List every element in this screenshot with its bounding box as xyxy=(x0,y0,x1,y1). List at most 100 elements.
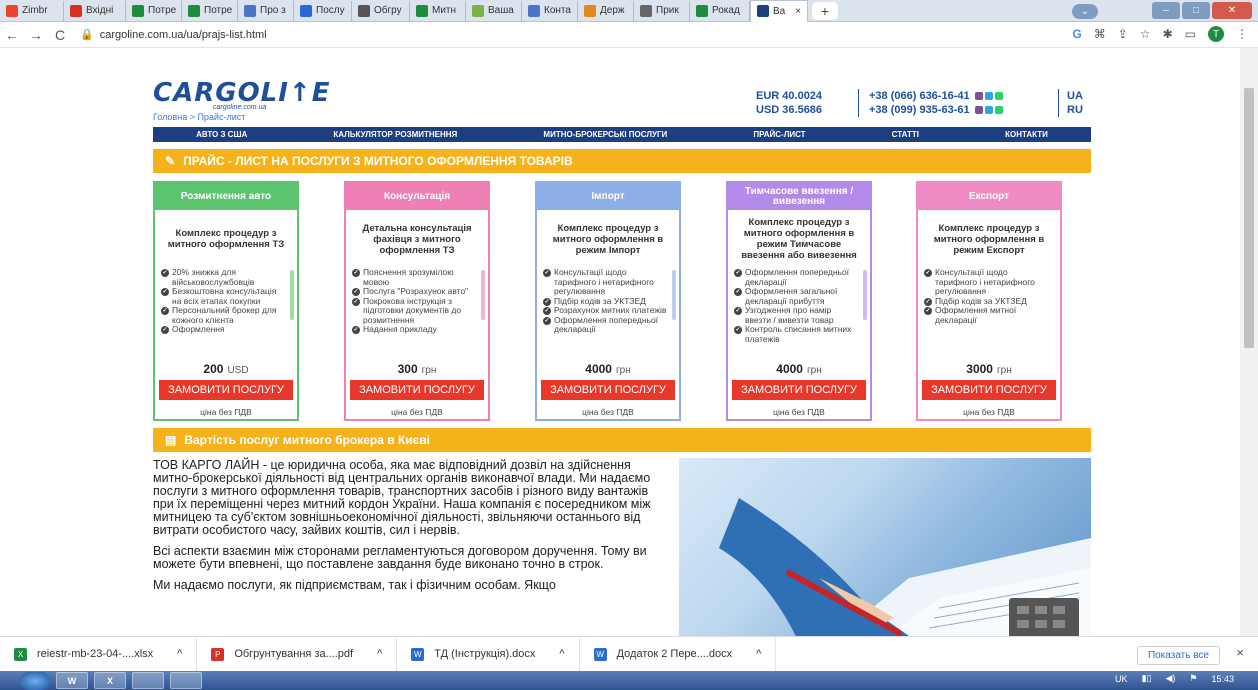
volume-icon[interactable]: ◀) xyxy=(1165,673,1175,684)
menu-item[interactable]: КОНТАКТИ xyxy=(1005,130,1048,139)
tab-favicon-icon xyxy=(528,4,540,17)
feature-text: Пояснення зрозумілою мовою xyxy=(363,268,454,287)
browser-tab[interactable]: Про з xyxy=(238,0,294,21)
browser-tab[interactable]: Вхідні xyxy=(64,0,126,21)
new-tab-button[interactable]: + xyxy=(812,1,838,20)
browser-tab[interactable]: Держ xyxy=(578,0,634,21)
list-scrollbar[interactable] xyxy=(481,270,485,320)
back-button[interactable]: ← xyxy=(0,27,24,43)
browser-tab[interactable]: Обгру xyxy=(352,0,410,21)
scrollbar-thumb[interactable] xyxy=(1244,88,1254,348)
language-indicator[interactable]: UK xyxy=(1115,674,1128,684)
eur-rate: EUR 40.0024 xyxy=(756,90,823,102)
browser-tab[interactable]: Потре xyxy=(126,0,182,21)
check-icon: ✓ xyxy=(924,297,932,306)
profile-chevron-icon[interactable]: ⌄ xyxy=(1072,4,1098,19)
browser-tab[interactable]: Конта xyxy=(522,0,578,21)
side-panel-icon[interactable]: ▭ xyxy=(1185,27,1196,41)
download-item[interactable]: W ТД (Інструкція).docx ^ xyxy=(397,636,580,672)
feature-item: ✓ 20% знижка для військовослужбовців xyxy=(161,268,285,287)
show-all-downloads-button[interactable]: Показать все xyxy=(1136,646,1220,665)
taskbar-app-button[interactable] xyxy=(170,672,202,689)
translate-icon[interactable]: ⌘ xyxy=(1094,27,1106,41)
download-filename: reiestr-mb-23-04-....xlsx xyxy=(37,648,154,660)
lang-ua[interactable]: UA xyxy=(1067,89,1083,103)
close-downloads-button[interactable]: × xyxy=(1236,645,1244,660)
taskbar-app-button[interactable]: X xyxy=(94,672,126,689)
telegram-icon[interactable] xyxy=(984,92,993,101)
order-service-button[interactable]: ЗАМОВИТИ ПОСЛУГУ xyxy=(350,380,484,400)
profile-avatar[interactable]: T xyxy=(1208,26,1224,42)
clock[interactable]: 15:43 xyxy=(1211,674,1234,684)
menu-item[interactable]: МИТНО-БРОКЕРСЬКІ ПОСЛУГИ xyxy=(543,130,667,139)
taskbar-app-button[interactable] xyxy=(132,672,164,689)
page-scrollbar[interactable] xyxy=(1240,48,1258,636)
list-scrollbar[interactable] xyxy=(672,270,676,320)
viber-icon[interactable] xyxy=(974,92,983,101)
check-icon: ✓ xyxy=(161,288,169,296)
lang-ru[interactable]: RU xyxy=(1067,103,1083,117)
download-item[interactable]: P Обгрунтування за....pdf ^ xyxy=(197,636,398,672)
whatsapp-icon[interactable] xyxy=(994,106,1003,115)
order-service-button[interactable]: ЗАМОВИТИ ПОСЛУГУ xyxy=(541,380,675,400)
whatsapp-icon[interactable] xyxy=(994,92,1003,101)
tab-favicon-icon xyxy=(358,4,370,17)
menu-item[interactable]: КАЛЬКУЛЯТОР РОЗМИТНЕННЯ xyxy=(333,130,457,139)
bookmark-star-icon[interactable]: ☆ xyxy=(1140,27,1151,41)
breadcrumb[interactable]: Головна > Прайс-лист xyxy=(153,112,245,122)
google-icon[interactable]: G xyxy=(1072,27,1081,41)
order-service-button[interactable]: ЗАМОВИТИ ПОСЛУГУ xyxy=(732,380,866,400)
download-item[interactable]: W Додаток 2 Пере....docx ^ xyxy=(580,636,777,672)
business-photo xyxy=(679,458,1091,636)
chevron-up-icon[interactable]: ^ xyxy=(177,648,182,660)
forward-button[interactable]: → xyxy=(24,27,48,43)
chevron-up-icon[interactable]: ^ xyxy=(756,648,761,660)
menu-kebab-icon[interactable]: ⋮ xyxy=(1236,27,1248,41)
start-button[interactable] xyxy=(20,671,50,690)
browser-tab[interactable]: Послу xyxy=(294,0,352,21)
card-title: Комплекс процедур з митного оформлення в… xyxy=(933,222,1045,256)
extensions-icon[interactable]: ✱ xyxy=(1163,27,1173,41)
viber-icon[interactable] xyxy=(974,106,983,115)
telegram-icon[interactable] xyxy=(984,106,993,115)
minimize-button[interactable]: – xyxy=(1152,2,1180,19)
browser-tab[interactable]: Рокад xyxy=(690,0,750,21)
browser-tab[interactable]: Потре xyxy=(182,0,238,21)
reload-button[interactable]: C xyxy=(48,27,72,43)
logo-subtitle: cargoline.com.ua xyxy=(213,104,267,111)
close-window-button[interactable]: ✕ xyxy=(1212,2,1252,19)
taskbar-app-button[interactable]: W xyxy=(56,672,88,689)
tab-close-icon[interactable]: × xyxy=(795,6,801,17)
share-icon[interactable]: ⇪ xyxy=(1118,27,1128,41)
browser-tab[interactable]: Zimbr xyxy=(0,0,64,21)
menu-item[interactable]: ПРАЙС-ЛИСТ xyxy=(753,130,805,139)
flag-icon[interactable]: ⚑ xyxy=(1189,673,1197,684)
price-currency: грн xyxy=(421,365,437,376)
chevron-up-icon[interactable]: ^ xyxy=(377,648,382,660)
chevron-up-icon[interactable]: ^ xyxy=(559,648,564,660)
tab-favicon-icon xyxy=(416,4,428,17)
phone-2[interactable]: +38 (099) 935-63-61 xyxy=(869,104,970,116)
download-item[interactable]: Xreiestr-mb-23-04-....xlsx ^ xyxy=(0,636,198,672)
service-card: Експорт Комплекс процедур з митного оформ… xyxy=(916,181,1062,421)
menu-item[interactable]: СТАТТІ xyxy=(892,130,919,139)
url-field[interactable]: 🔒 cargoline.com.ua/ua/prajs-list.html xyxy=(80,28,267,42)
order-service-button[interactable]: ЗАМОВИТИ ПОСЛУГУ xyxy=(159,380,293,400)
browser-tab[interactable]: Ваша xyxy=(466,0,522,21)
maximize-button[interactable]: □ xyxy=(1182,2,1210,19)
list-scrollbar[interactable] xyxy=(863,270,867,320)
list-scrollbar[interactable] xyxy=(290,270,294,320)
browser-tab[interactable]: Митн xyxy=(410,0,466,21)
browser-tab[interactable]: Прик xyxy=(634,0,690,21)
order-service-button[interactable]: ЗАМОВИТИ ПОСЛУГУ xyxy=(922,380,1056,400)
photo-illustration xyxy=(719,498,1091,636)
check-icon: ✓ xyxy=(352,297,360,306)
feature-list: ✓ Оформлення попередньої декларації ✓ Оформ… xyxy=(728,268,870,356)
card-header: Тимчасове ввезення / вивезення xyxy=(728,183,870,210)
menu-item[interactable]: АВТО З США xyxy=(196,130,247,139)
browser-tab[interactable]: Ва × xyxy=(750,0,808,22)
feature-text: Контроль списання митних платежів xyxy=(745,324,852,344)
main-menu: АВТО З США КАЛЬКУЛЯТОР РОЗМИТНЕННЯ МИТНО-Б… xyxy=(153,127,1091,142)
phone-1[interactable]: +38 (066) 636-16-41 xyxy=(869,90,970,102)
network-icon[interactable]: ▮▯ xyxy=(1142,673,1152,684)
